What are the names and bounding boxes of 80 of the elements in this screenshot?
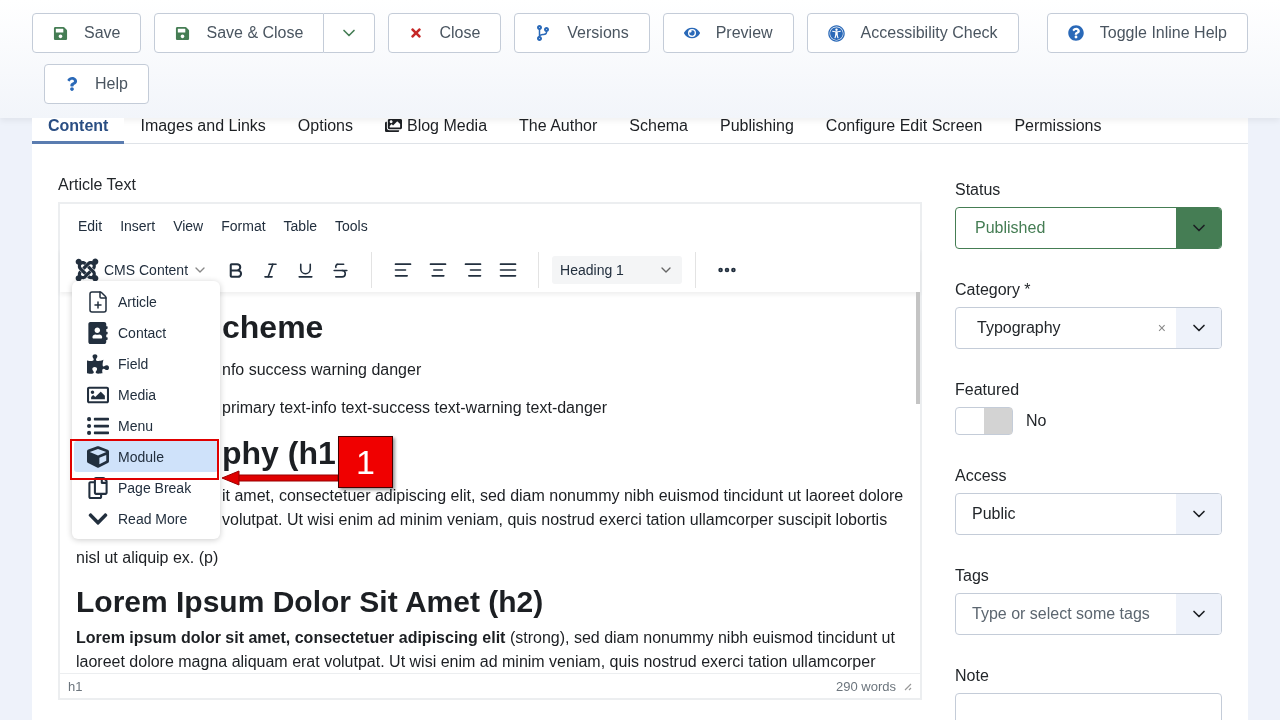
field-label: Featured	[955, 381, 1021, 400]
tab[interactable]: Content	[32, 118, 125, 144]
field-label: Status	[955, 181, 1002, 200]
field-label: Article Text	[58, 176, 137, 195]
dropdown-toggle[interactable]	[324, 13, 376, 53]
word-count: 290 words	[836, 678, 896, 694]
step-number: 1	[338, 436, 393, 488]
file-plus-icon	[86, 288, 110, 315]
switch-label: No	[1026, 412, 1047, 430]
save-close-button[interactable]: Save & Close	[154, 13, 325, 53]
dropdown-toggle[interactable]	[1176, 494, 1221, 534]
tab[interactable]: Schema	[613, 118, 704, 144]
menu-item[interactable]: Edit	[70, 218, 111, 248]
toolbar-button[interactable]: Accessibility Check	[806, 13, 1019, 53]
tab[interactable]: Configure Edit Screen	[809, 118, 999, 144]
toolbar-button[interactable]: Versions	[514, 13, 650, 53]
paragraph-text: nisl ut aliquip ex. (p)	[76, 548, 220, 568]
field-label: Note	[955, 667, 990, 686]
menu-item[interactable]: Page Break	[74, 472, 218, 503]
tab[interactable]: Options	[281, 118, 369, 144]
images-icon	[385, 118, 402, 134]
dropdown-toggle[interactable]	[1176, 308, 1221, 348]
paragraph-text: primary text-info text-success text-warning text-danger	[222, 398, 609, 418]
tab[interactable]: Images and Links	[124, 118, 282, 144]
tab[interactable]: The Author	[503, 118, 614, 144]
joomla-logo-icon	[74, 257, 100, 283]
paragraph-text: it amet, consectetuer adipiscing elit, sed diam nonummy nibh euismod tincidunt ut laoreet dolore	[222, 486, 904, 506]
menu-item[interactable]: Article	[74, 286, 218, 317]
tags-select[interactable]: Type or select some tags	[955, 593, 1222, 635]
pages-icon	[86, 476, 110, 499]
status-select[interactable]: Published	[955, 207, 1222, 249]
menu-item[interactable]: Menu	[74, 410, 218, 441]
help-icon	[1067, 25, 1084, 41]
puzzle-piece-icon	[86, 352, 110, 375]
menu-item[interactable]: Field	[74, 348, 218, 379]
paragraph-text: volutpat. Ut wisi enim ad minim veniam, quis nostrud exerci tation ullamcorper suscipit lobortis	[222, 510, 889, 530]
help-icon	[65, 77, 79, 91]
menu-item[interactable]: Read More	[74, 503, 218, 534]
paragraph-text: Lorem ipsum dolor sit amet, consectetuer adipiscing elit (strong), sed diam nonummy nibh euismod tincidunt ut laoreet dolore magna aliquam erat volutpat. Ut wisi enim ad minim veniam, quis nostrud exerci tation ullamcorper	[76, 628, 896, 672]
featured-switch[interactable]	[955, 407, 1013, 435]
branch-icon	[535, 25, 552, 41]
help-button[interactable]: Help	[44, 64, 149, 104]
close-icon	[409, 26, 424, 40]
menu-item[interactable]: Media	[74, 379, 218, 410]
field-label: Access	[955, 467, 1008, 486]
tab[interactable]: Blog Media	[369, 118, 504, 144]
heading-text: phy (h1	[222, 434, 336, 472]
field-label: Category *	[955, 281, 1032, 300]
cms-content-button[interactable]: CMS Content	[74, 257, 209, 283]
block-format-select[interactable]: Heading 1	[552, 256, 683, 284]
accessibility-icon	[827, 24, 845, 42]
menu-item[interactable]: Contact	[74, 317, 218, 348]
access-select[interactable]: Public	[955, 493, 1222, 535]
dropdown-toggle[interactable]	[1176, 594, 1221, 634]
clear-button[interactable]: ×	[1157, 308, 1176, 348]
contact-card-icon	[86, 321, 110, 344]
toggle-help-button[interactable]: Toggle Inline Help	[1046, 13, 1248, 53]
menu-item[interactable]: Module	[74, 441, 218, 472]
field-label: Tags	[955, 567, 990, 586]
tab[interactable]: Publishing	[704, 118, 810, 144]
category-select[interactable]: Typography ×	[955, 307, 1222, 349]
menu-item[interactable]: Tools	[327, 218, 376, 248]
resize-grip-icon[interactable]	[902, 681, 912, 691]
scrollbar[interactable]	[916, 292, 920, 404]
tab[interactable]: Permissions	[998, 118, 1118, 144]
dropdown-toggle[interactable]	[1176, 208, 1221, 248]
list-icon	[86, 414, 110, 437]
menu-item[interactable]: Table	[275, 218, 326, 248]
toolbar-button[interactable]: Save	[32, 13, 142, 53]
element-path: h1	[68, 678, 83, 694]
paragraph-text: nfo success warning danger	[222, 360, 423, 380]
heading-text: Lorem Ipsum Dolor Sit Amet (h2)	[76, 584, 545, 620]
eye-icon	[683, 25, 700, 41]
menu-item[interactable]: View	[165, 218, 212, 248]
toolbar-button[interactable]: Preview	[662, 13, 794, 53]
menu-item[interactable]: Insert	[112, 218, 164, 248]
toolbar-button[interactable]: Close	[388, 13, 502, 53]
heading-text: cheme	[222, 308, 324, 346]
cube-icon	[86, 445, 110, 468]
menu-item[interactable]: Format	[213, 218, 274, 248]
